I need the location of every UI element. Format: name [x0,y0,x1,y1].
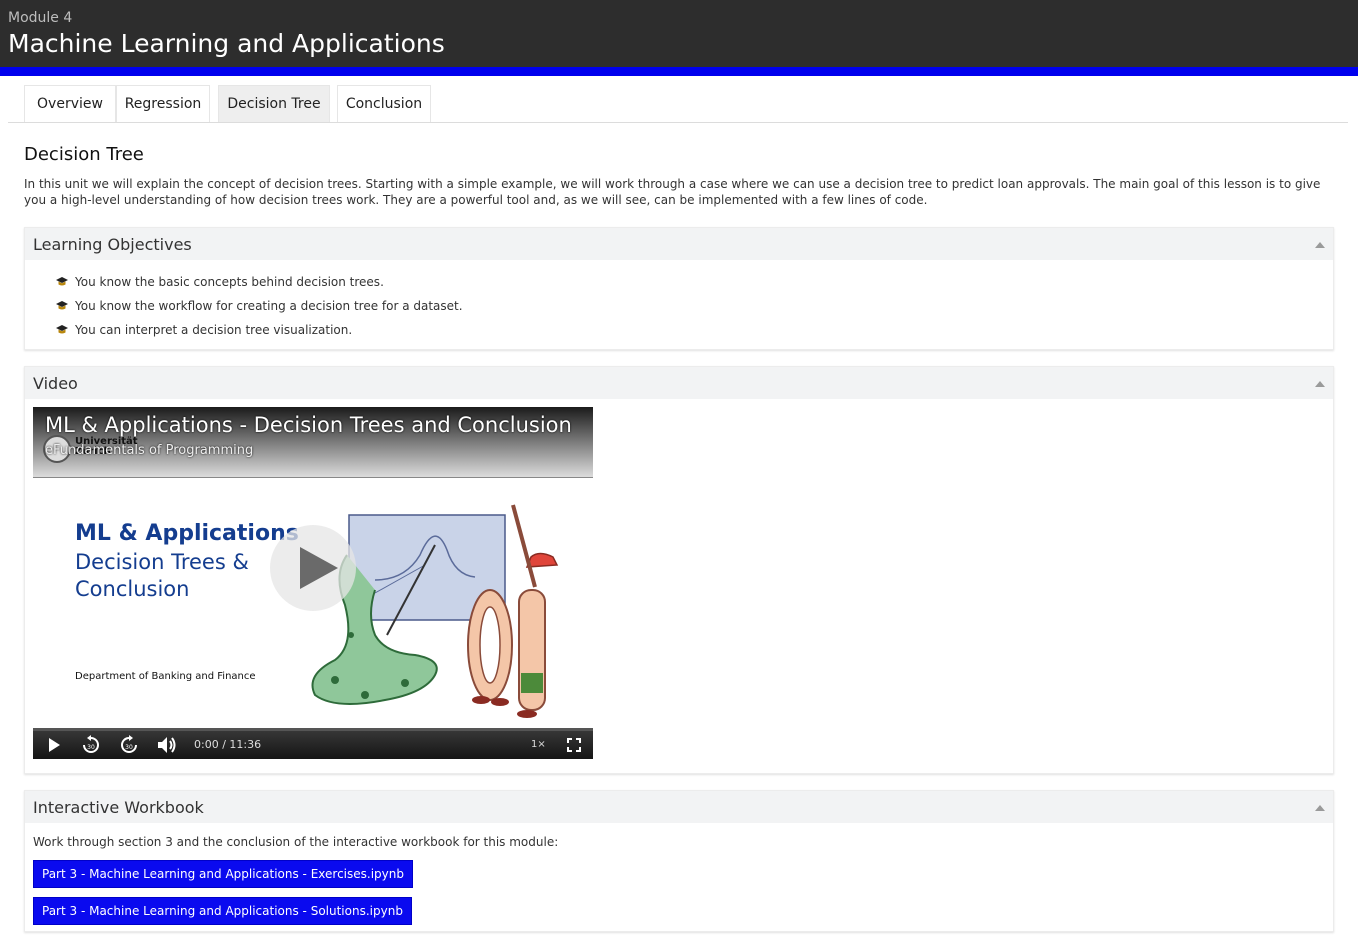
accent-bar [0,67,1358,76]
list-item: You know the workflow for creating a dec… [55,294,1333,318]
tab-conclusion[interactable]: Conclusion [337,85,431,122]
unit-intro: In this unit we will explain the concept… [24,177,1321,207]
volume-icon [158,737,176,753]
tab-decision-tree[interactable]: Decision Tree [218,85,330,122]
workbook-panel-header[interactable]: Interactive Workbook [25,791,1333,823]
video-panel-header[interactable]: Video [25,367,1333,399]
exercises-notebook-link[interactable]: Part 3 - Machine Learning and Applicatio… [33,860,413,888]
video-panel: Video Universität Zürich ML & Applicatio… [24,366,1334,774]
objectives-list: You know the basic concepts behind decis… [25,260,1333,342]
learning-objectives-header[interactable]: Learning Objectives [25,228,1333,260]
slide-subtitle-line-1: Decision Trees & [75,550,249,574]
volume-button[interactable] [155,731,179,759]
play-button[interactable] [43,731,65,759]
fullscreen-icon [567,738,581,752]
video-title[interactable]: ML & Applications - Decision Trees and C… [45,413,572,437]
workbook-instructions: Work through section 3 and the conclusio… [33,835,559,849]
svg-text:30: 30 [125,744,133,751]
list-item: You can interpret a decision tree visual… [55,318,1333,342]
graduation-cap-icon [55,324,69,336]
play-icon [49,738,60,752]
unit-tabs: Overview Regression Decision Tree Conclu… [8,85,1348,123]
tab-overview[interactable]: Overview [24,85,116,122]
video-control-bar: 30 30 0:00 / 11:36 1× [33,728,593,759]
graduation-cap-icon [55,300,69,312]
panel-title: Learning Objectives [33,235,192,254]
slide-department: Department of Banking and Finance [75,671,256,682]
workbook-panel: Interactive Workbook Work through sectio… [24,790,1334,932]
collapse-caret-icon[interactable] [1315,805,1325,811]
video-time: 0:00 / 11:36 [194,738,262,751]
video-channel[interactable]: eFundamentals of Programming [45,443,253,458]
slide-subtitle-line-2: Conclusion [75,577,190,601]
big-play-button[interactable] [270,525,356,611]
objective-text: You know the workflow for creating a dec… [75,299,463,313]
graduation-cap-icon [55,276,69,288]
rewind-30-icon: 30 [83,735,99,753]
page-header: Module 4 Machine Learning and Applicatio… [0,0,1358,67]
tab-regression[interactable]: Regression [116,85,210,122]
svg-text:30: 30 [87,744,95,751]
forward-30-button[interactable]: 30 [117,731,141,759]
learning-objectives-panel: Learning Objectives You know the basic c… [24,227,1334,350]
unit-heading: Decision Tree [24,144,144,165]
fullscreen-button[interactable] [563,731,585,759]
list-item: You know the basic concepts behind decis… [55,270,1333,294]
collapse-caret-icon[interactable] [1315,242,1325,248]
module-label: Module 4 [8,10,73,26]
objective-text: You know the basic concepts behind decis… [75,275,384,289]
page-title: Machine Learning and Applications [8,29,445,58]
solutions-notebook-link[interactable]: Part 3 - Machine Learning and Applicatio… [33,897,412,925]
panel-title: Interactive Workbook [33,798,204,817]
playback-rate-button[interactable]: 1× [531,739,546,750]
collapse-caret-icon[interactable] [1315,381,1325,387]
rewind-30-button[interactable]: 30 [79,731,103,759]
slide-title: ML & Applications [75,521,299,546]
forward-30-icon: 30 [121,735,137,753]
video-player[interactable]: Universität Zürich ML & Applications - D… [33,407,593,759]
slide-illustration [311,504,559,718]
objective-text: You can interpret a decision tree visual… [75,323,353,337]
slide-header-rule [33,477,593,478]
panel-title: Video [33,374,78,393]
play-icon [300,547,338,589]
